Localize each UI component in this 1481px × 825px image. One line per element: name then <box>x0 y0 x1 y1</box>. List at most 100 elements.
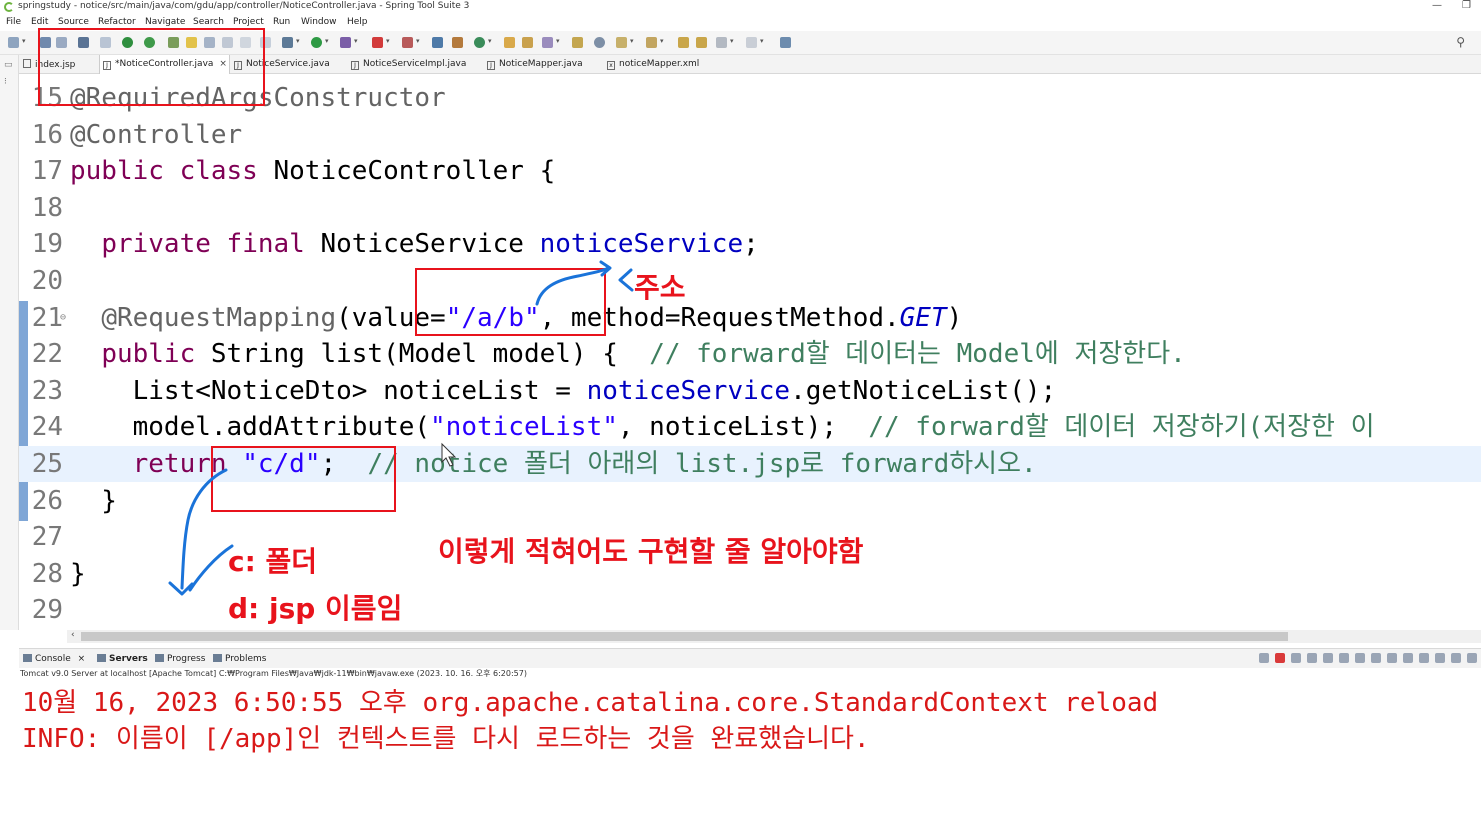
code-token: "noticeList" <box>430 412 618 443</box>
menu-edit[interactable]: Edit <box>31 17 48 27</box>
search-icon[interactable]: ⚲ <box>1456 35 1465 49</box>
stop-icon[interactable] <box>372 37 383 48</box>
tab-notice-mapper[interactable]: J NoticeMapper.java <box>487 55 605 74</box>
maximize-icon[interactable] <box>1467 653 1477 663</box>
pin-editor-icon[interactable] <box>780 37 791 48</box>
code-line[interactable]: 21 ⊖ @RequestMapping(value="/a/b", method… <box>19 300 1481 336</box>
menu-file[interactable]: File <box>6 17 21 27</box>
minimize-button[interactable]: — <box>1432 0 1442 11</box>
scroll-lock-icon[interactable] <box>1339 653 1349 663</box>
scroll-left-icon[interactable]: ‹ <box>71 630 75 640</box>
show-on-error-icon[interactable] <box>1387 653 1397 663</box>
chevron-down-icon[interactable]: ▾ <box>416 37 420 45</box>
menu-navigate[interactable]: Navigate <box>145 17 185 27</box>
chevron-down-icon[interactable]: ▾ <box>630 37 634 45</box>
show-on-output-icon[interactable] <box>1371 653 1381 663</box>
menu-source[interactable]: Source <box>58 17 89 27</box>
restore-button[interactable]: ❐ <box>1462 0 1471 11</box>
code-token: NoticeController { <box>257 156 556 187</box>
tab-progress[interactable]: Progress <box>155 654 205 664</box>
scrollbar-thumb[interactable] <box>81 632 1288 641</box>
menu-search[interactable]: Search <box>193 17 224 27</box>
code-line[interactable]: 24 model.addAttribute("noticeList", noti… <box>19 409 1481 445</box>
clear-console-icon[interactable] <box>1323 653 1333 663</box>
code-token: noticeService <box>539 229 744 260</box>
tab-notice-mapper-xml[interactable]: x noticeMapper.xml <box>607 55 727 74</box>
run-icon[interactable] <box>311 37 322 48</box>
package-explorer-icon[interactable]: ▭ <box>4 60 13 70</box>
open-folder-icon[interactable] <box>504 37 515 48</box>
open-console-icon[interactable] <box>1435 653 1445 663</box>
tab-label: Servers <box>109 654 148 664</box>
code-text: public class NoticeController { <box>70 153 555 189</box>
menu-project[interactable]: Project <box>233 17 264 27</box>
chevron-down-icon[interactable]: ▾ <box>325 37 329 45</box>
outline-icon[interactable]: ⁝ <box>4 77 7 87</box>
horizontal-scrollbar[interactable]: ‹ <box>67 630 1481 643</box>
navigate-forward-icon[interactable] <box>746 37 757 48</box>
new-package-icon[interactable] <box>452 37 463 48</box>
tab-console[interactable]: Console × <box>23 654 85 664</box>
code-text: } <box>70 483 117 519</box>
new-java-project-icon[interactable] <box>432 37 443 48</box>
remove-all-icon[interactable] <box>1307 653 1317 663</box>
line-number: 19 <box>31 229 63 260</box>
new-class-icon[interactable] <box>474 37 485 48</box>
tab-servers[interactable]: Servers <box>97 654 148 664</box>
globe-icon[interactable] <box>594 37 605 48</box>
menu-run[interactable]: Run <box>273 17 290 27</box>
forward-icon[interactable] <box>696 37 707 48</box>
remove-launch-icon[interactable] <box>1291 653 1301 663</box>
next-annotation-icon[interactable] <box>616 37 627 48</box>
chevron-down-icon[interactable]: ▾ <box>22 37 26 45</box>
code-line[interactable]: 23 List<NoticeDto> noticeList = noticeSe… <box>19 373 1481 409</box>
chevron-down-icon[interactable]: ▾ <box>354 37 358 45</box>
code-token: public <box>101 339 196 370</box>
debug-icon[interactable] <box>282 37 293 48</box>
return-value-highlight-box <box>211 446 396 512</box>
previous-annotation-icon[interactable] <box>646 37 657 48</box>
minimize-icon[interactable] <box>1451 653 1461 663</box>
display-console-icon[interactable] <box>1419 653 1429 663</box>
terminate-icon[interactable] <box>1275 653 1285 663</box>
fold-toggle-icon[interactable]: ⊖ <box>60 300 66 336</box>
code-line[interactable]: 22 public String list(Model model) { // … <box>19 336 1481 372</box>
code-line[interactable]: 20 <box>19 263 1481 299</box>
chevron-down-icon[interactable]: ▾ <box>760 37 764 45</box>
code-token: private final <box>101 229 305 260</box>
jsp-file-icon <box>23 59 31 68</box>
chevron-down-icon[interactable]: ▾ <box>730 37 734 45</box>
pin-console-icon[interactable] <box>1403 653 1413 663</box>
menu-window[interactable]: Window <box>301 17 337 27</box>
code-line[interactable]: 16 @Controller <box>19 117 1481 153</box>
code-text: model.addAttribute("noticeList", noticeL… <box>70 409 1375 445</box>
code-line[interactable]: 18 <box>19 190 1481 226</box>
external-tools-icon[interactable] <box>340 37 351 48</box>
close-icon[interactable]: × <box>78 654 86 664</box>
annotation-icon[interactable] <box>572 37 583 48</box>
chevron-down-icon[interactable]: ▾ <box>556 37 560 45</box>
menu-refactor[interactable]: Refactor <box>98 17 136 27</box>
code-line[interactable]: 17 public class NoticeController { <box>19 153 1481 189</box>
open-task-icon[interactable] <box>522 37 533 48</box>
new-icon[interactable] <box>8 37 19 48</box>
code-token: NoticeService <box>304 229 540 260</box>
search-flash-icon[interactable] <box>542 37 553 48</box>
chevron-down-icon[interactable]: ▾ <box>488 37 492 45</box>
coverage-icon[interactable] <box>402 37 413 48</box>
tab-problems[interactable]: Problems <box>213 654 266 664</box>
navigate-back-icon[interactable] <box>716 37 727 48</box>
word-wrap-icon[interactable] <box>1355 653 1365 663</box>
menu-help[interactable]: Help <box>347 17 368 27</box>
tab-notice-service-impl[interactable]: J NoticeServiceImpl.java <box>351 55 484 74</box>
line-number: 18 <box>31 192 63 223</box>
back-icon[interactable] <box>678 37 689 48</box>
chevron-down-icon[interactable]: ▾ <box>660 37 664 45</box>
chevron-down-icon[interactable]: ▾ <box>386 37 390 45</box>
code-line[interactable]: 19 private final NoticeService noticeSer… <box>19 226 1481 262</box>
console-output[interactable]: 10월 16, 2023 6:50:55 오후 org.apache.catal… <box>19 680 1481 825</box>
code-text: public String list(Model model) { // for… <box>70 336 1186 372</box>
link-icon[interactable] <box>1259 653 1269 663</box>
chevron-down-icon[interactable]: ▾ <box>296 37 300 45</box>
